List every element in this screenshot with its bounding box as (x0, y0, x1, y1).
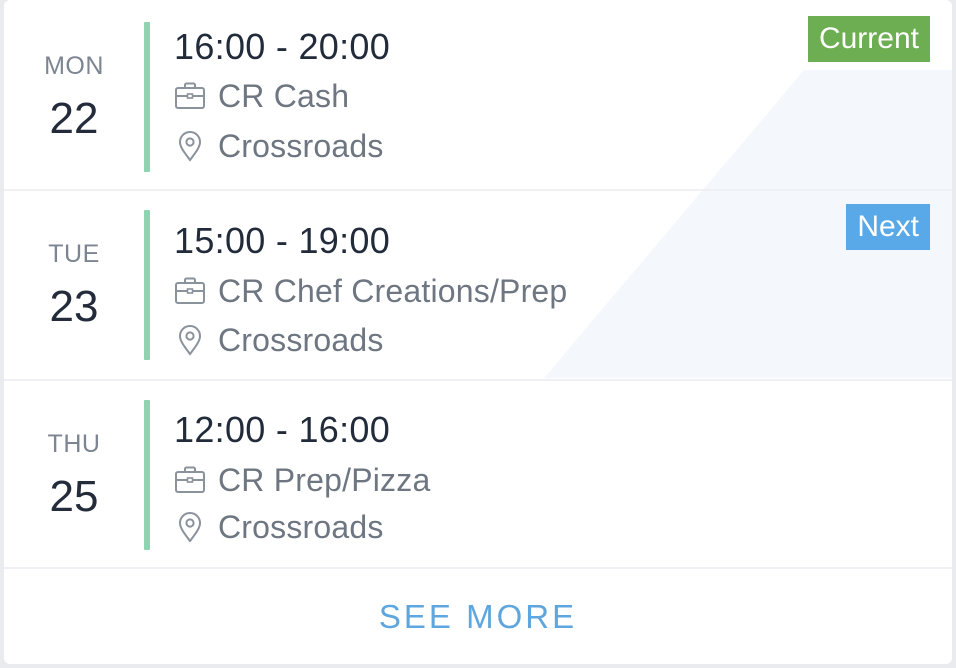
shift-date: 23 (49, 282, 99, 331)
shift-accent-bar (144, 210, 150, 360)
shift-location: Crossroads (172, 126, 384, 166)
map-pin-icon (178, 325, 202, 356)
shift-role: CR Chef Creations/Prep (172, 271, 567, 311)
see-more-button[interactable]: SEE MORE (4, 569, 952, 664)
shift-time: 12:00 - 16:00 (174, 409, 391, 450)
shift-item[interactable]: THU 25 12:00 - 16:00 CR Prep/Pizza Cross… (4, 380, 952, 568)
shift-location-label: Crossroads (218, 127, 384, 164)
shift-location: Crossroads (172, 320, 384, 360)
shift-day: THU (47, 430, 101, 458)
shift-role-label: CR Chef Creations/Prep (218, 272, 568, 309)
shift-role: CR Cash (172, 76, 349, 116)
shift-item[interactable]: TUE 23 15:00 - 19:00 CR Chef Creations/P… (4, 190, 952, 378)
shift-accent-bar (144, 400, 150, 550)
shift-location-label: Crossroads (218, 321, 384, 358)
status-badge-current: Current (807, 16, 930, 62)
shift-role-label: CR Prep/Pizza (218, 461, 431, 498)
shift-role: CR Prep/Pizza (172, 460, 430, 500)
schedule-card: MON 22 16:00 - 20:00 CR Cash Crossroads … (4, 0, 952, 664)
shift-role-label: CR Cash (218, 77, 350, 114)
shift-day: TUE (48, 240, 100, 268)
status-badge-next: Next (846, 204, 930, 250)
shift-date: 22 (49, 94, 99, 143)
shift-location-label: Crossroads (218, 508, 384, 545)
shift-day: MON (44, 52, 104, 80)
briefcase-icon (175, 466, 205, 493)
shift-location: Crossroads (172, 507, 384, 547)
map-pin-icon (178, 512, 202, 543)
shift-date: 25 (49, 472, 99, 521)
map-pin-icon (178, 131, 202, 162)
shift-time: 16:00 - 20:00 (174, 26, 391, 67)
briefcase-icon (175, 82, 205, 109)
shift-item[interactable]: MON 22 16:00 - 20:00 CR Cash Crossroads … (4, 0, 952, 188)
shift-time: 15:00 - 19:00 (174, 220, 391, 261)
shift-accent-bar (144, 22, 150, 172)
briefcase-icon (175, 277, 205, 304)
